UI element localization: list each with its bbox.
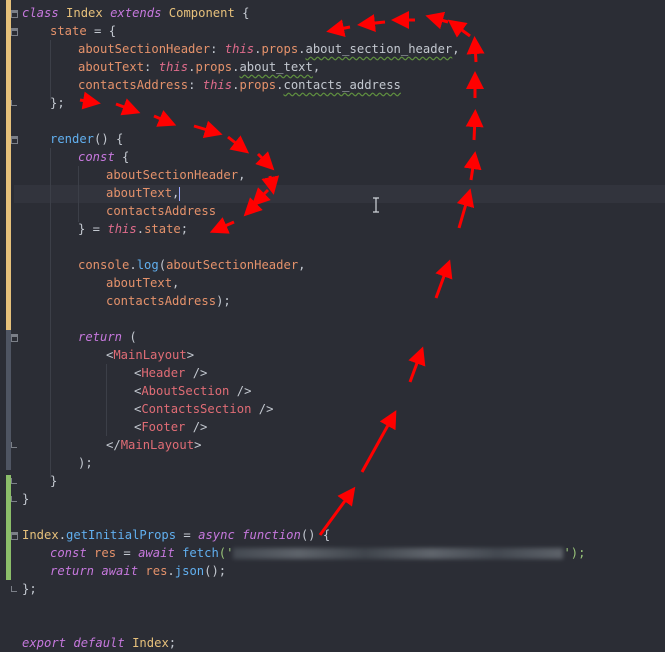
annotation-arrow [408,346,426,383]
annotation-arrow [360,410,397,473]
annotation-arrow [209,217,235,234]
annotation-arrow [261,175,280,195]
annotation-arrow [227,135,250,154]
annotation-arrow [447,19,471,38]
annotation-arrow [193,120,223,139]
annotation-arrow [425,11,449,30]
annotation-arrow [466,36,485,63]
annotation-arrow [243,196,264,217]
annotation-arrow [153,110,177,127]
code-editor[interactable]: class Index extends Component { state = … [0,0,665,650]
annotation-arrow [326,19,351,38]
annotation-arrow [463,151,482,181]
annotation-arrow [115,98,141,116]
annotation-arrow [357,14,386,33]
annotation-arrow [434,259,453,299]
annotation-arrow [465,109,484,141]
annotation-arrow [456,188,475,229]
annotation-arrow [318,486,356,536]
annotation-arrows [79,11,485,536]
annotation-arrow [255,151,275,171]
annotation-arrow [79,91,101,110]
